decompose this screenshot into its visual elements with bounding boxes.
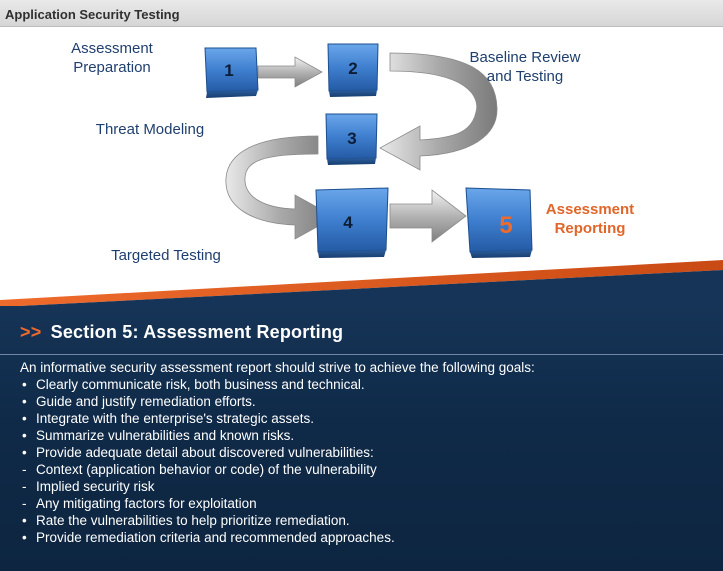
- bullet-icon: •: [22, 513, 27, 528]
- step-number-5: 5: [499, 212, 512, 239]
- dash-icon: -: [22, 496, 27, 511]
- list-item: • Provide adequate detail about discovere…: [20, 444, 710, 461]
- title-bar: Application Security Testing: [0, 0, 723, 27]
- list-item-text: Rate the vulnerabilities to help priorit…: [36, 513, 350, 528]
- list-item-text: Guide and justify remediation efforts.: [36, 394, 256, 409]
- list-item-text: Integrate with the enterprise's strategi…: [36, 411, 314, 426]
- bullet-icon: •: [22, 411, 27, 426]
- list-item: • Provide remediation criteria and recomm…: [20, 529, 710, 546]
- sub-list-item: - Implied security risk: [20, 478, 710, 495]
- list-item-text: Provide adequate detail about discovered…: [36, 445, 374, 460]
- step-label-4-text: Targeted Testing: [111, 247, 221, 264]
- sub-list-item: - Context (application behavior or code) …: [20, 461, 710, 478]
- step-label-2-text: Baseline Review and Testing: [469, 49, 581, 85]
- list-item-text: Clearly communicate risk, both business …: [36, 377, 365, 392]
- step-label-2: Baseline Review and Testing: [455, 48, 595, 86]
- bullet-icon: •: [22, 445, 27, 460]
- section-title: Section 5: Assessment Reporting: [50, 322, 344, 342]
- step-label-3-text: Threat Modeling: [95, 121, 205, 138]
- step-number-4: 4: [343, 213, 353, 232]
- section-body: An informative security assessment repor…: [20, 359, 710, 546]
- bullet-icon: •: [22, 377, 27, 392]
- process-diagram: 1 2 3 4 5 Assessment Preparation Baselin…: [0, 28, 723, 308]
- list-item: • Rate the vulnerabilities to help priori…: [20, 512, 710, 529]
- dash-icon: -: [22, 462, 27, 477]
- bullet-icon: •: [22, 530, 27, 545]
- section-panel: >> Section 5: Assessment Reporting An in…: [0, 306, 723, 571]
- list-item-text: Summarize vulnerabilities and known risk…: [36, 428, 295, 443]
- navy-swoosh: [0, 270, 723, 308]
- list-item-text: Any mitigating factors for exploitation: [36, 496, 257, 511]
- list-item-text: Implied security risk: [36, 479, 155, 494]
- list-item: • Integrate with the enterprise's strateg…: [20, 410, 710, 427]
- bullet-icon: •: [22, 394, 27, 409]
- step-number-2: 2: [348, 59, 357, 78]
- section-divider: [0, 354, 723, 355]
- step-label-1-text: Assessment Preparation: [71, 40, 153, 76]
- step-label-1: Assessment Preparation: [52, 39, 172, 77]
- step-label-3: Threat Modeling: [88, 120, 212, 139]
- list-item-text: Context (application behavior or code) o…: [36, 462, 377, 477]
- section-intro: An informative security assessment repor…: [20, 360, 535, 375]
- arrow-4-to-5: [389, 189, 467, 243]
- goal-list: • Clearly communicate risk, both business…: [20, 376, 710, 546]
- dash-icon: -: [22, 479, 27, 494]
- chevron-icon: >>: [20, 322, 42, 342]
- bullet-icon: •: [22, 428, 27, 443]
- arrow-1-to-2: [257, 56, 323, 88]
- list-item-text: Provide remediation criteria and recomme…: [36, 530, 395, 545]
- step-label-4: Targeted Testing: [100, 246, 232, 265]
- sub-list-item: - Any mitigating factors for exploitation: [20, 495, 710, 512]
- list-item: • Guide and justify remediation efforts.: [20, 393, 710, 410]
- section-heading: >> Section 5: Assessment Reporting: [20, 322, 343, 343]
- step-label-5-text: Assessment Reporting: [545, 201, 635, 237]
- list-item: • Summarize vulnerabilities and known ris…: [20, 427, 710, 444]
- list-item: • Clearly communicate risk, both business…: [20, 376, 710, 393]
- step-number-1: 1: [224, 61, 233, 80]
- step-label-5: Assessment Reporting: [536, 200, 644, 238]
- step-number-3: 3: [347, 129, 356, 148]
- page-title: Application Security Testing: [5, 7, 180, 22]
